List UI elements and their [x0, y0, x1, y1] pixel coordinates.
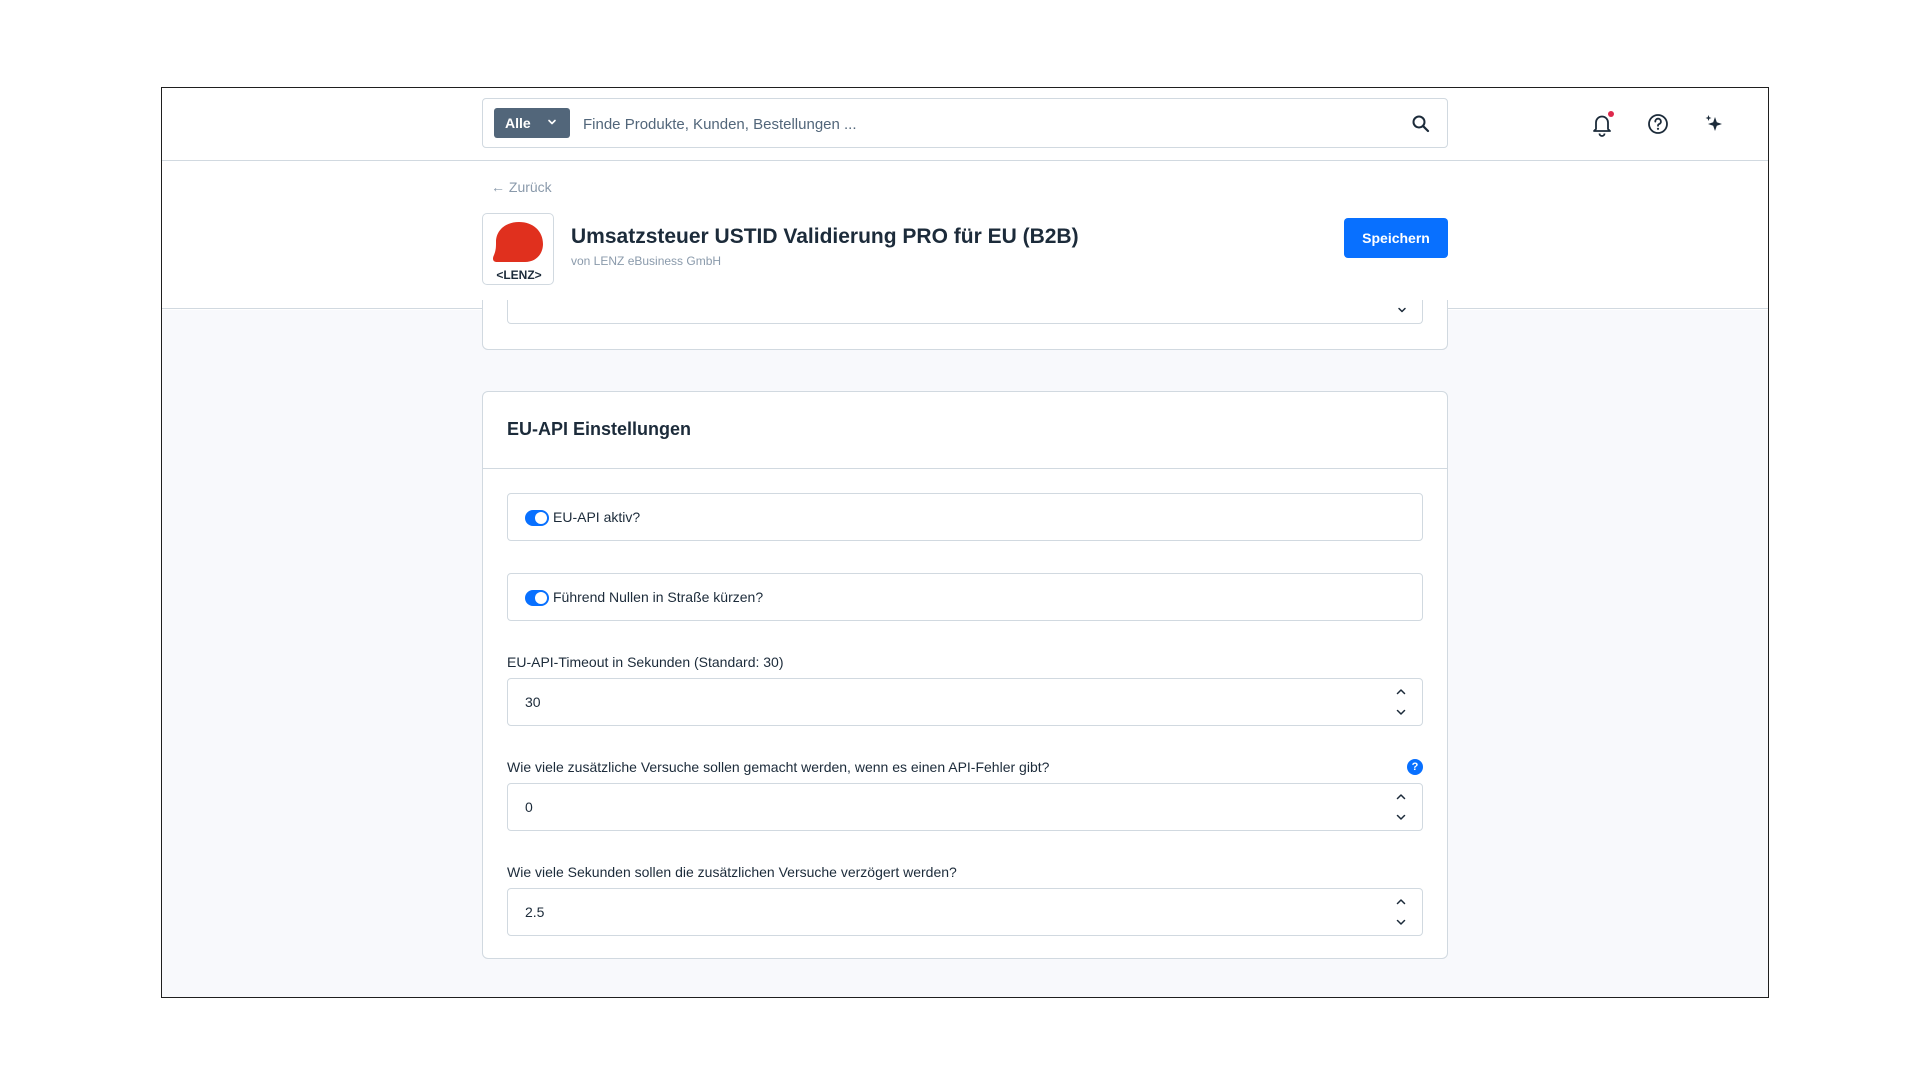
search-input[interactable]: [583, 111, 1383, 137]
timeout-number-field[interactable]: 30: [507, 678, 1423, 726]
ai-assistant-button[interactable]: [1700, 110, 1728, 138]
divider: [483, 468, 1447, 469]
eu-api-active-switch[interactable]: EU-API aktiv?: [507, 493, 1423, 541]
previous-settings-card: [482, 300, 1448, 350]
retry-delay-field-label: Wie viele Sekunden sollen die zusätzlich…: [507, 864, 957, 880]
trim-leading-zeros-switch[interactable]: Führend Nullen in Straße kürzen?: [507, 573, 1423, 621]
switch-label: EU-API aktiv?: [553, 509, 641, 525]
retry-delay-number-field[interactable]: 2.5: [507, 888, 1423, 936]
help-circle-icon: [1648, 114, 1668, 134]
switch-label: Führend Nullen in Straße kürzen?: [553, 589, 764, 605]
search-icon[interactable]: [1411, 114, 1431, 134]
number-stepper[interactable]: [1394, 685, 1408, 721]
chevron-down-icon[interactable]: [1394, 810, 1408, 824]
chevron-up-icon[interactable]: [1394, 790, 1408, 804]
field-value: 0: [525, 799, 533, 815]
notifications-button[interactable]: [1588, 110, 1616, 138]
back-link[interactable]: ← Zurück: [491, 179, 552, 195]
chevron-up-icon[interactable]: [1394, 895, 1408, 909]
retry-count-number-field[interactable]: 0: [507, 783, 1423, 831]
number-stepper[interactable]: [1394, 895, 1408, 931]
toggle-switch[interactable]: [525, 590, 549, 606]
notification-dot: [1608, 111, 1614, 117]
page-header: ← Zurück <LENZ> Umsatzsteuer USTID Valid…: [162, 161, 1768, 309]
search-scope-dropdown[interactable]: Alle: [494, 108, 570, 138]
eu-api-settings-card: EU-API Einstellungen EU-API aktiv? Führe…: [482, 391, 1448, 959]
field-value: 2.5: [525, 904, 545, 920]
global-search: Alle: [482, 98, 1448, 148]
app-logo: <LENZ>: [482, 213, 554, 285]
page-title: Umsatzsteuer USTID Validierung PRO für E…: [571, 225, 1079, 248]
toggle-switch[interactable]: [525, 510, 549, 526]
card-title: EU-API Einstellungen: [507, 419, 692, 439]
chevron-up-icon[interactable]: [1394, 685, 1408, 699]
sparkles-icon: [1705, 115, 1722, 131]
previous-select-field[interactable]: [507, 300, 1423, 324]
number-stepper[interactable]: [1394, 790, 1408, 826]
svg-text:<LENZ>: <LENZ>: [496, 268, 541, 282]
lenz-logo-icon: <LENZ>: [493, 222, 543, 282]
admin-window: Alle ← Zurück <LENZ> Umsatzsteuer USTID …: [161, 87, 1769, 998]
chevron-down-icon[interactable]: [1394, 915, 1408, 929]
chevron-down-icon: [1398, 307, 1406, 313]
help-button[interactable]: [1644, 110, 1672, 138]
search-scope-label: Alle: [505, 115, 531, 131]
field-value: 30: [525, 694, 541, 710]
timeout-field-label: EU-API-Timeout in Sekunden (Standard: 30…: [507, 654, 784, 670]
chevron-down-icon: [548, 119, 556, 125]
top-bar: Alle: [162, 88, 1768, 161]
chevron-down-icon[interactable]: [1394, 705, 1408, 719]
help-icon[interactable]: ?: [1407, 759, 1423, 775]
save-button[interactable]: Speichern: [1344, 218, 1448, 258]
settings-content: EU-API Einstellungen EU-API aktiv? Führe…: [162, 300, 1768, 997]
retry-count-field-label: Wie viele zusätzliche Versuche sollen ge…: [507, 759, 1050, 775]
page-subtitle: von LENZ eBusiness GmbH: [571, 254, 722, 268]
